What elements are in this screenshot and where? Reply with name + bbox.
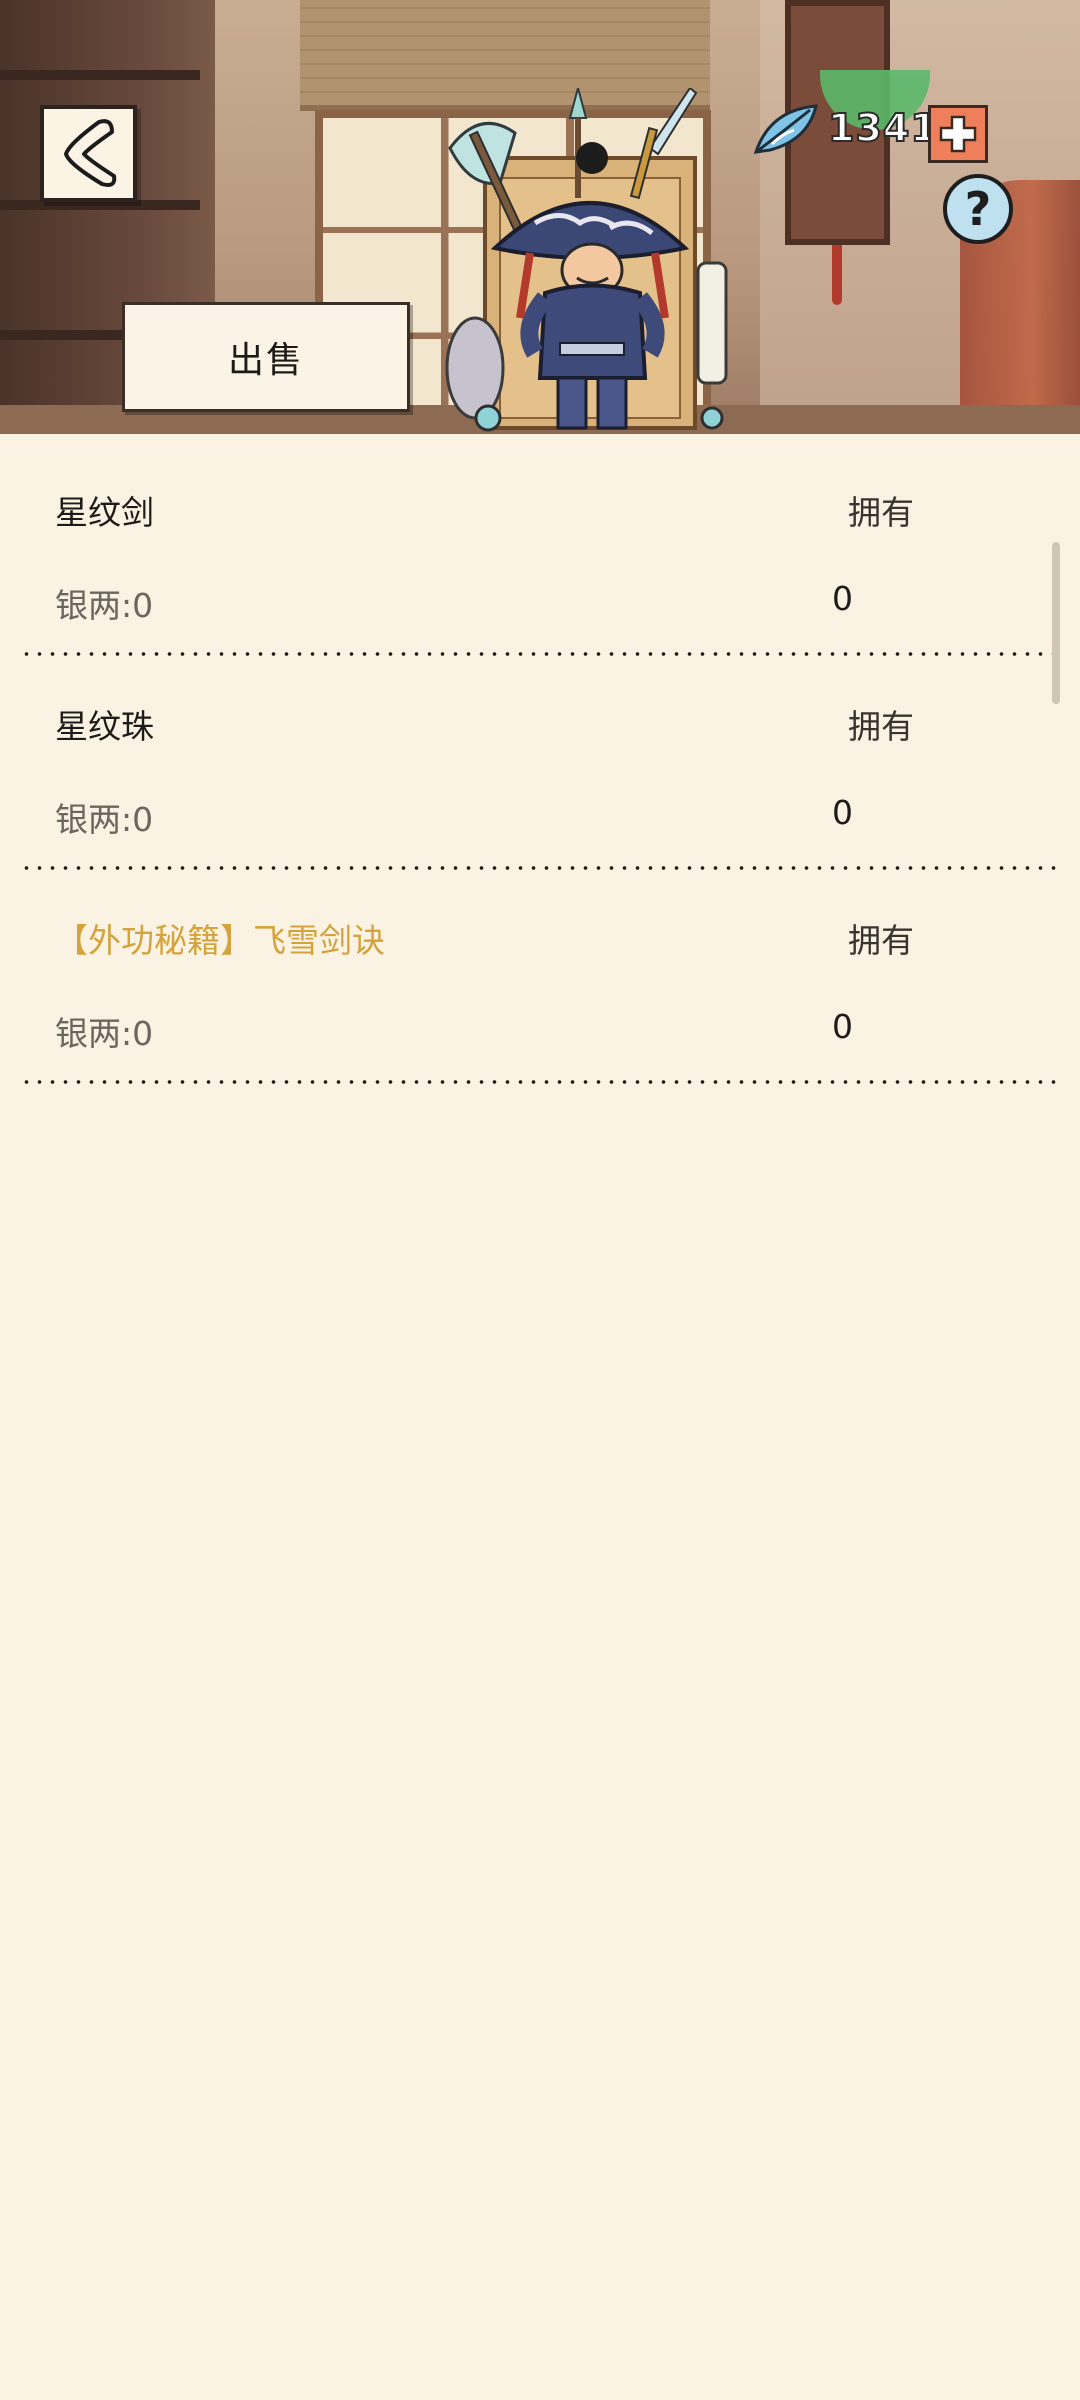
owned-count: 0: [832, 579, 853, 618]
item-name: 星纹珠: [55, 707, 154, 746]
merchant-character: [440, 84, 740, 434]
help-button[interactable]: ?: [943, 174, 1013, 244]
item-name: 星纹剑: [55, 493, 154, 532]
chevron-left-icon: [63, 118, 116, 187]
owned-count: 0: [832, 793, 853, 832]
item-name: 【外功秘籍】飞雪剑诀: [55, 921, 385, 960]
owned-label: 拥有: [848, 493, 914, 532]
sell-item-list[interactable]: 星纹剑 拥有 银两:0 0 星纹珠 拥有 银两:0 0 【外功秘籍】飞雪剑诀 拥…: [0, 434, 1080, 1094]
item-price: 银两:0: [55, 586, 154, 625]
list-item[interactable]: 星纹剑 拥有 银两:0 0: [0, 434, 1080, 656]
add-currency-button[interactable]: [928, 105, 988, 163]
dotted-divider: [20, 1080, 1060, 1084]
plus-icon: [939, 115, 977, 153]
tassel: [832, 245, 842, 305]
sell-button[interactable]: 出售: [122, 302, 410, 412]
question-icon: ?: [964, 182, 992, 236]
back-button[interactable]: [40, 105, 137, 202]
item-price: 银两:0: [55, 1014, 154, 1053]
item-price: 银两:0: [55, 800, 154, 839]
owned-label: 拥有: [848, 707, 914, 746]
feather-icon: [753, 104, 818, 154]
list-item[interactable]: 星纹珠 拥有 银两:0 0: [0, 648, 1080, 870]
shop-header-scene: 出售 13412 ?: [0, 0, 1080, 434]
owned-label: 拥有: [848, 921, 914, 960]
shelf: [0, 70, 200, 80]
list-item[interactable]: 【外功秘籍】飞雪剑诀 拥有 银两:0 0: [0, 862, 1080, 1084]
owned-count: 0: [832, 1007, 853, 1046]
scrollbar[interactable]: [1052, 542, 1060, 704]
currency-display: 13412: [750, 70, 1050, 163]
